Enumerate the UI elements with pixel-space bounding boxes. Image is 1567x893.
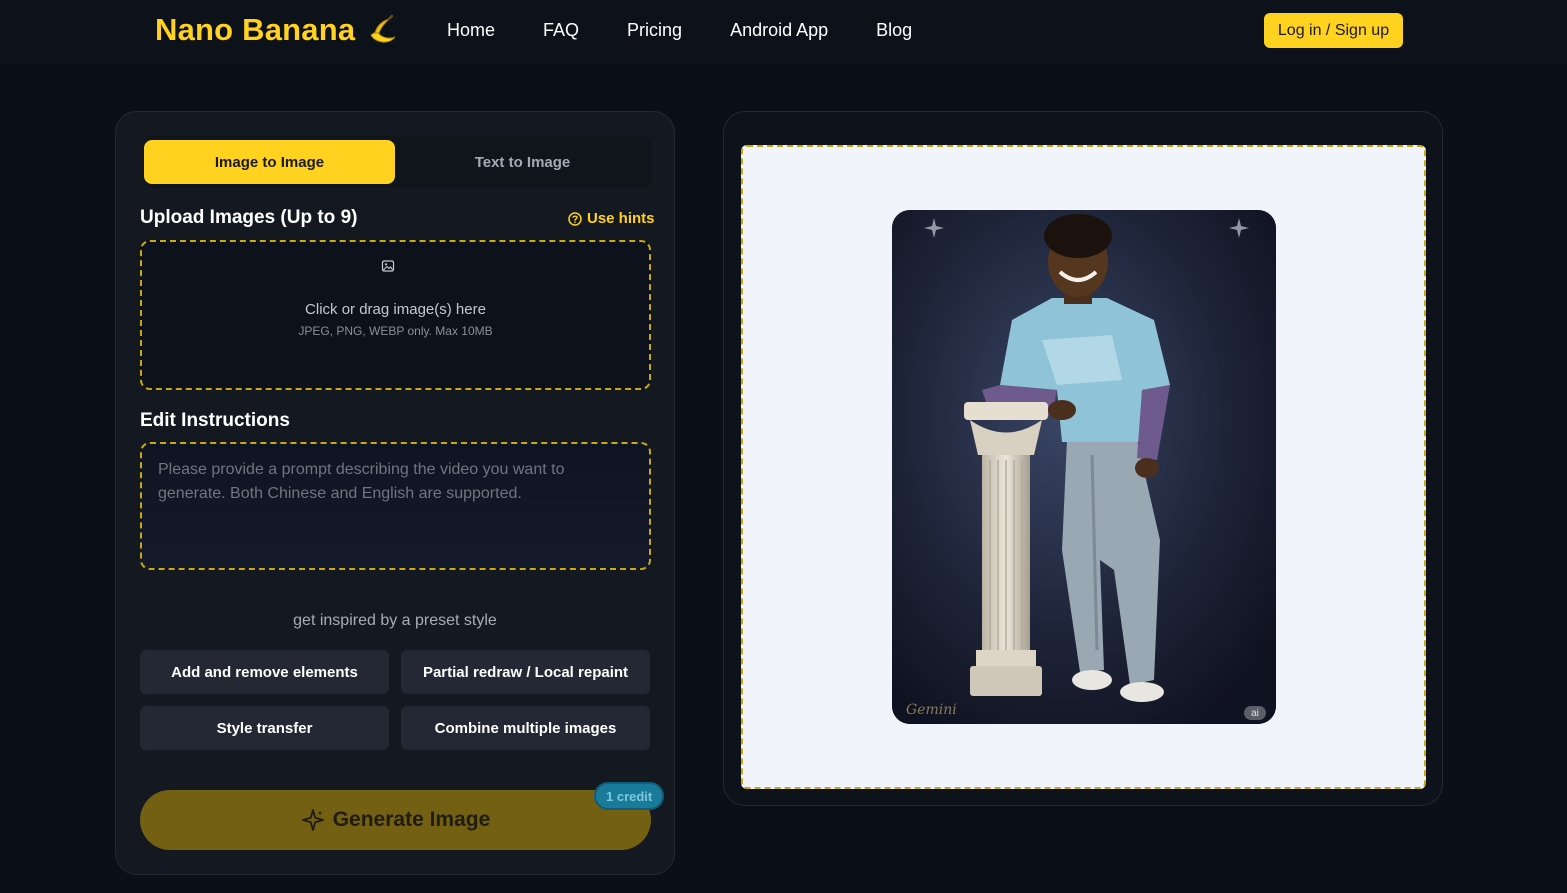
upload-format-note: JPEG, PNG, WEBP only. Max 10MB [298, 324, 493, 338]
nav-pricing[interactable]: Pricing [627, 19, 682, 41]
gemini-watermark: Gemini [906, 702, 957, 718]
generate-image-button[interactable]: Generate Image [140, 790, 651, 850]
use-hints-link[interactable]: Use hints [568, 210, 655, 227]
portrait-illustration [892, 210, 1276, 724]
nav-android-app[interactable]: Android App [730, 19, 828, 41]
image-upload-dropzone[interactable]: Click or drag image(s) here JPEG, PNG, W… [140, 240, 651, 390]
main-nav: Home FAQ Pricing Android App Blog [447, 19, 960, 41]
ai-badge: ai [1244, 706, 1266, 720]
nav-blog[interactable]: Blog [876, 19, 912, 41]
login-signup-button[interactable]: Log in / Sign up [1264, 13, 1403, 48]
credit-badge: 1 credit [594, 782, 665, 810]
sparkle-icon [301, 809, 324, 831]
upload-title: Upload Images (Up to 9) [140, 207, 358, 228]
top-header: Nano Banana Home FAQ Pricing Android App… [0, 0, 1567, 62]
editor-panel: Image to Image Text to Image Upload Imag… [115, 111, 675, 875]
preset-combine-images[interactable]: Combine multiple images [401, 706, 650, 750]
preset-add-remove-elements[interactable]: Add and remove elements [140, 650, 389, 694]
logo[interactable]: Nano Banana [155, 12, 399, 48]
generate-label: Generate Image [332, 808, 491, 831]
use-hints-label: Use hints [587, 210, 655, 227]
question-circle-icon [568, 211, 582, 226]
nav-faq[interactable]: FAQ [543, 19, 579, 41]
result-preview-area: Gemini ai [741, 145, 1426, 789]
nav-home[interactable]: Home [447, 19, 495, 41]
prompt-input[interactable] [140, 442, 651, 570]
tab-text-to-image[interactable]: Text to Image [397, 140, 648, 184]
preset-style-transfer[interactable]: Style transfer [140, 706, 389, 750]
banana-icon [370, 14, 396, 43]
preset-style-caption: get inspired by a preset style [293, 612, 497, 629]
tab-image-to-image[interactable]: Image to Image [144, 140, 395, 184]
logo-text: Nano Banana [155, 12, 356, 47]
generated-image[interactable]: Gemini ai [892, 210, 1276, 724]
mode-tabs: Image to Image Text to Image [143, 136, 652, 188]
upload-instruction: Click or drag image(s) here [305, 301, 486, 318]
edit-instructions-title: Edit Instructions [140, 410, 290, 431]
preview-panel: Gemini ai [723, 111, 1443, 806]
image-icon [381, 260, 395, 272]
preset-partial-redraw[interactable]: Partial redraw / Local repaint [401, 650, 650, 694]
